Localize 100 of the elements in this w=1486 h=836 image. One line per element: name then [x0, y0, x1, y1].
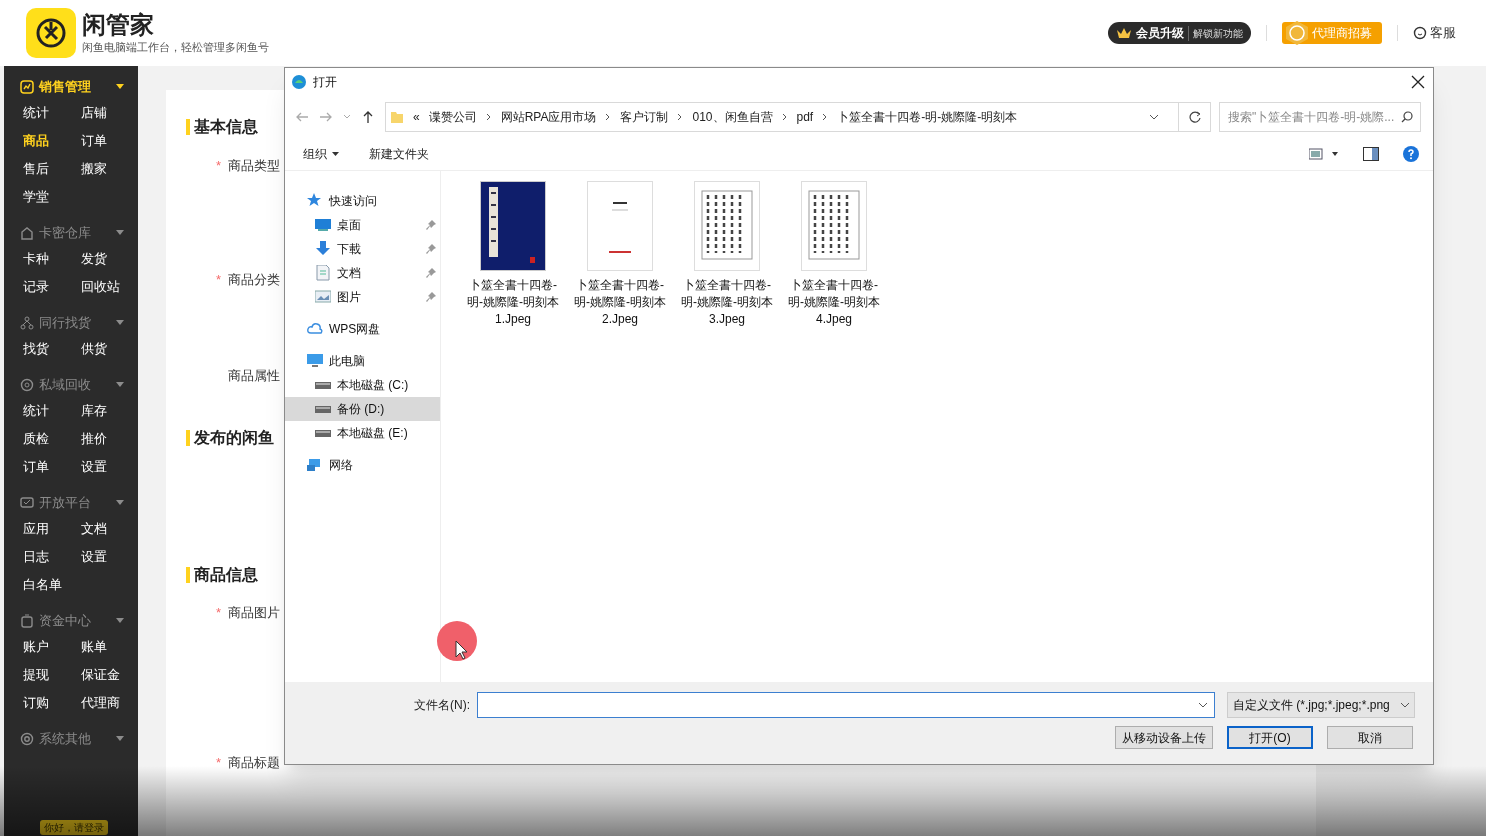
menu-item[interactable]: 学堂 [23, 186, 81, 208]
breadcrumb-item[interactable]: 010、闲鱼自营 [692, 108, 773, 126]
field-label: 商品分类 [228, 271, 280, 289]
nav-item[interactable]: 下載 [285, 237, 440, 261]
menu-item[interactable]: 保证金 [80, 664, 138, 686]
upgrade-button[interactable]: 会员升级 解锁新功能 [1108, 22, 1251, 44]
file-item[interactable]: 卜筮全書十四卷-明-姚際隆-明刻本1.Jpeg [463, 181, 563, 328]
dialog-button[interactable]: 打开(O) [1227, 726, 1313, 749]
chevron-icon [822, 113, 829, 121]
menu-item[interactable]: 订单 [23, 456, 81, 478]
menu-item[interactable]: 商品 [23, 130, 81, 152]
menu-item[interactable]: 白名单 [23, 574, 81, 596]
menu-item[interactable]: 订单 [80, 130, 138, 152]
file-item[interactable]: 卜筮全書十四卷-明-姚際隆-明刻本2.Jpeg [570, 181, 670, 328]
nav-item[interactable]: 桌面 [285, 213, 440, 237]
menu-group-header[interactable]: 开放平台 [4, 492, 138, 514]
logo-icon [26, 8, 76, 58]
menu-item[interactable]: 售后 [23, 158, 81, 180]
menu-item[interactable]: 应用 [23, 518, 81, 540]
section-title: 基本信息 [194, 117, 258, 137]
toolbar-button[interactable]: 新建文件夹 [369, 145, 429, 163]
menu-item[interactable]: 发货 [80, 248, 138, 270]
breadcrumb-item[interactable]: « [413, 108, 420, 126]
menu-group-header[interactable]: 卡密仓库 [4, 222, 138, 244]
menu-item[interactable]: 质检 [23, 428, 81, 450]
menu-item[interactable]: 回收站 [80, 276, 138, 298]
menu-item[interactable]: 搬家 [80, 158, 138, 180]
menu-item[interactable]: 供货 [80, 338, 138, 360]
breadcrumb-item[interactable]: 谍赞公司 [428, 108, 477, 126]
breadcrumb-item[interactable]: 网站RPA应用市场 [500, 108, 597, 126]
dropdown-caret-icon [1149, 114, 1159, 120]
refresh-icon [1188, 111, 1201, 123]
file-item[interactable]: 卜筮全書十四卷-明-姚際隆-明刻本3.Jpeg [677, 181, 777, 328]
monitor-icon [20, 496, 34, 510]
toolbar-button[interactable]: 组织 [303, 145, 339, 163]
nav-item[interactable]: 网络 [285, 453, 440, 477]
browser-icon [291, 74, 307, 90]
menu-item[interactable]: 推价 [80, 428, 138, 450]
up-arrow-icon [361, 110, 375, 124]
menu-item[interactable]: 找货 [23, 338, 81, 360]
menu-item[interactable]: 提现 [23, 664, 81, 686]
nav-item[interactable]: 此电脑 [285, 349, 440, 373]
preview-pane-icon [1363, 147, 1379, 161]
nav-item[interactable]: 备份 (D:) [285, 397, 440, 421]
dropdown-caret-icon [1400, 702, 1410, 708]
menu-group-header[interactable]: 销售管理 [4, 76, 138, 98]
wallet-icon [20, 614, 34, 628]
menu-item[interactable]: 统计 [23, 400, 81, 422]
nav-item[interactable]: 图片 [285, 285, 440, 309]
required-mark: * [216, 157, 223, 175]
menu-item[interactable]: 代理商 [80, 692, 138, 714]
menu-item[interactable]: 账单 [80, 636, 138, 658]
close-icon [1411, 75, 1425, 89]
filename-field[interactable] [477, 692, 1215, 718]
breadcrumb-item[interactable]: pdf [796, 108, 814, 126]
file-type-dropdown[interactable]: 自定义文件 (*.jpg;*.jpeg;*.png [1227, 692, 1415, 718]
chevron-icon [485, 113, 492, 121]
menu-item[interactable]: 日志 [23, 546, 81, 568]
filename-label: 文件名(N): [414, 697, 471, 714]
menu-item[interactable]: 订购 [23, 692, 81, 714]
menu-item[interactable]: 账户 [23, 636, 81, 658]
forward-arrow-icon [319, 110, 333, 124]
monitor-icon [315, 217, 331, 233]
nav-item[interactable]: 本地磁盘 (E:) [285, 421, 440, 445]
dialog-button[interactable]: 从移动设备上传 [1115, 726, 1213, 749]
section-title: 发布的闲鱼 [194, 428, 274, 448]
dialog-button[interactable]: 取消 [1327, 726, 1413, 749]
menu-item[interactable]: 设置 [80, 546, 138, 568]
app-name: 闲管家 [82, 10, 155, 39]
address-bar[interactable]: « 谍赞公司 网站RPA应用市场 客户订制 010、闲鱼自营 pdf 卜筮全書十四卷-明-姚際隆-明刻本 [385, 102, 1211, 132]
field-label: 商品类型 [228, 157, 280, 175]
required-mark: * [216, 754, 223, 772]
file-item[interactable]: 卜筮全書十四卷-明-姚際隆-明刻本4.Jpeg [784, 181, 884, 328]
search-field[interactable]: 搜索"卜筮全書十四卷-明-姚際... [1219, 102, 1421, 132]
nav-item[interactable]: WPS网盘 [285, 317, 440, 341]
field-label: 商品属性 [228, 367, 280, 385]
menu-item[interactable]: 设置 [80, 456, 138, 478]
menu-item[interactable]: 记录 [23, 276, 81, 298]
nav-item[interactable]: 文档 [285, 261, 440, 285]
nodes-icon [20, 316, 34, 330]
drive-icon [315, 429, 331, 437]
menu-item[interactable]: 统计 [23, 102, 81, 124]
drive-icon [315, 381, 331, 389]
download-icon [315, 241, 331, 257]
menu-group-header[interactable]: 私域回收 [4, 374, 138, 396]
field-label: 商品标题 [228, 754, 280, 772]
breadcrumb-item[interactable]: 卜筮全書十四卷-明-姚際隆-明刻本 [837, 108, 1018, 126]
menu-group-header[interactable]: 同行找货 [4, 312, 138, 334]
customer-service-button[interactable]: 客服 [1413, 23, 1456, 43]
menu-group-header[interactable]: 资金中心 [4, 610, 138, 632]
nav-item[interactable]: 快速访问 [285, 189, 440, 213]
breadcrumb-item[interactable]: 客户订制 [620, 108, 669, 126]
dropdown-caret-icon [1198, 702, 1208, 708]
menu-item[interactable]: 文档 [80, 518, 138, 540]
dialog-title: 打开 [313, 74, 338, 91]
menu-group-header[interactable]: 系统其他 [4, 728, 138, 750]
menu-item[interactable]: 卡种 [23, 248, 81, 270]
menu-item[interactable]: 库存 [80, 400, 138, 422]
menu-item[interactable]: 店铺 [80, 102, 138, 124]
nav-item[interactable]: 本地磁盘 (C:) [285, 373, 440, 397]
